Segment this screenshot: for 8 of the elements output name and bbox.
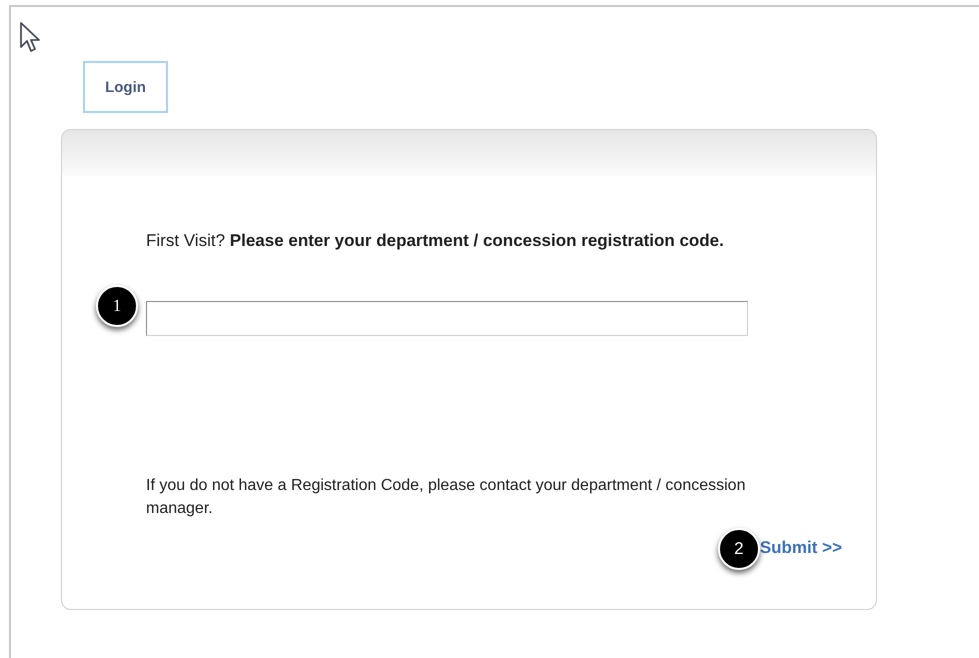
step-badge: 2	[718, 528, 760, 570]
login-tab[interactable]: Login	[83, 61, 168, 113]
submit-link[interactable]: Submit >>	[760, 538, 842, 558]
registration-code-field[interactable]	[146, 301, 748, 336]
step-badge: 1	[96, 285, 138, 327]
pointer-icon	[19, 21, 41, 53]
contact-manager-note: If you do not have a Registration Code, please contact your department / concession manager.	[146, 476, 746, 519]
registration-prompt: First Visit? Please enter your department / concession registration code.	[146, 231, 725, 251]
